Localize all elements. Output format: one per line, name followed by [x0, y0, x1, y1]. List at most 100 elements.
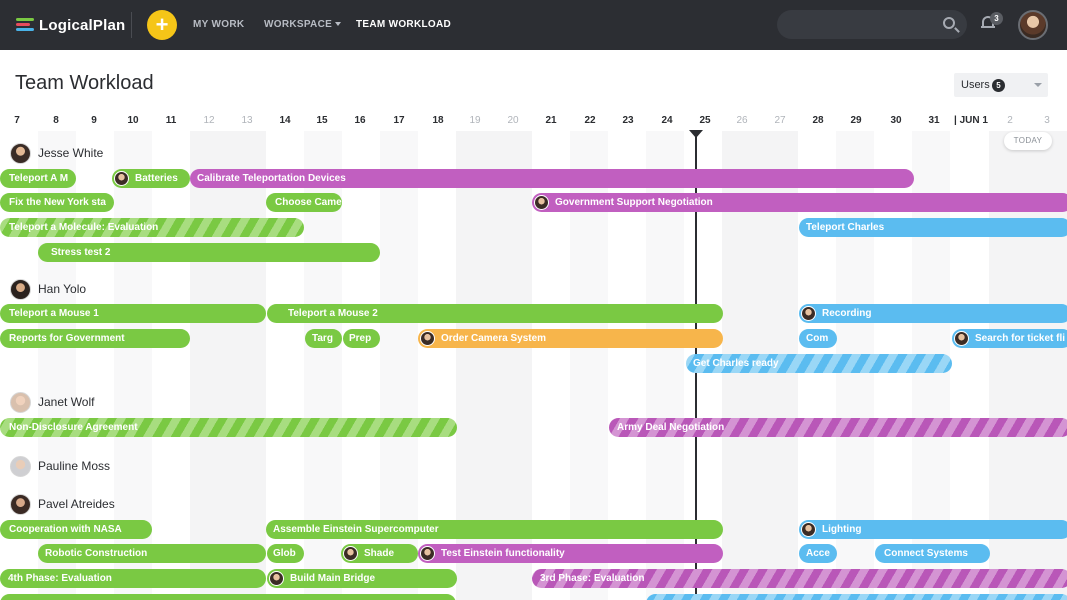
task-bar[interactable]: Com: [799, 329, 837, 348]
user-row-pavel-atreides[interactable]: Pavel Atreides: [10, 493, 115, 515]
task-bar[interactable]: Teleport a Mouse 2: [267, 304, 723, 323]
day-label: 24: [661, 115, 673, 126]
weekend-column: [190, 131, 266, 600]
task-bar[interactable]: Stress test 2: [38, 243, 380, 262]
task-bar[interactable]: Teleport a Molecule: Evaluation: [0, 218, 304, 237]
task-bar[interactable]: Test Einstein functionality: [418, 544, 723, 563]
task-bar[interactable]: Acce: [799, 544, 837, 563]
user-row-jesse-white[interactable]: Jesse White: [10, 142, 103, 164]
task-bar[interactable]: Robotic Construction: [38, 544, 266, 563]
today-marker-icon: [689, 130, 703, 138]
day-label: 9: [91, 115, 97, 126]
avatar: [343, 546, 358, 561]
notification-badge: 3: [990, 12, 1003, 25]
avatar: [801, 522, 816, 537]
day-label: | JUN 1: [954, 115, 988, 126]
user-name: Jesse White: [38, 146, 104, 160]
users-count-badge: 5: [992, 79, 1005, 92]
search-input[interactable]: [777, 10, 967, 39]
nav-team-workload[interactable]: TEAM WORKLOAD: [356, 19, 451, 30]
day-label: 15: [316, 115, 328, 126]
task-bar[interactable]: Build Main Bridge: [267, 569, 457, 588]
search-icon[interactable]: [943, 17, 955, 29]
app-logo[interactable]: LogicalPlan: [16, 15, 125, 35]
logo-text: LogicalPlan: [39, 16, 126, 34]
task-bar[interactable]: Recording: [799, 304, 1067, 323]
today-button[interactable]: TODAY: [1004, 132, 1052, 150]
day-label: 17: [393, 115, 405, 126]
user-row-pauline-moss[interactable]: Pauline Moss: [10, 455, 110, 477]
day-label: 18: [432, 115, 444, 126]
user-name: Pavel Atreides: [38, 497, 115, 511]
day-label: 26: [736, 115, 748, 126]
chevron-down-icon: [335, 22, 342, 27]
day-label: 20: [507, 115, 519, 126]
day-label: 19: [469, 115, 481, 126]
task-bar[interactable]: 3rd Phase: Evaluation: [532, 569, 1067, 588]
task-bar[interactable]: Teleport A M: [0, 169, 76, 188]
user-row-han-yolo[interactable]: Han Yolo: [10, 278, 86, 300]
task-bar[interactable]: Teleport a Mouse 1: [0, 304, 266, 323]
users-filter-dropdown[interactable]: Users 5: [954, 73, 1048, 97]
day-label: 21: [545, 115, 557, 126]
avatar: [10, 142, 31, 164]
task-bar[interactable]: [0, 594, 456, 600]
task-bar[interactable]: Assemble Einstein Supercomputer: [266, 520, 723, 539]
task-bar[interactable]: Connect Systems: [875, 544, 990, 563]
avatar: [114, 171, 129, 186]
nav-workspace[interactable]: WORKSPACE: [264, 19, 342, 30]
task-bar[interactable]: Lighting: [799, 520, 1067, 539]
task-bar[interactable]: Get Charles ready: [686, 354, 952, 373]
task-bar[interactable]: Army Deal Negotiation: [609, 418, 1067, 437]
workload-timeline: 7 8 9 10 11 12 13 14 15 16 17 18 19 20 2…: [0, 105, 1067, 600]
avatar: [10, 455, 31, 477]
task-bar[interactable]: [646, 594, 1067, 600]
task-bar[interactable]: Order Camera System: [418, 329, 723, 348]
task-bar[interactable]: Calibrate Teleportation Devices: [190, 169, 914, 188]
task-bar[interactable]: Cooperation with NASA: [0, 520, 152, 539]
task-label: Lighting: [822, 524, 862, 535]
day-label: 12: [203, 115, 215, 126]
task-bar[interactable]: Government Support Negotiation: [532, 193, 1067, 212]
task-bar[interactable]: Reports for Government: [0, 329, 190, 348]
day-label: 11: [165, 115, 177, 126]
task-label: Recording: [822, 308, 872, 319]
users-filter-label: Users: [961, 79, 990, 91]
day-label: 16: [354, 115, 366, 126]
day-label: 27: [774, 115, 786, 126]
nav-my-work[interactable]: MY WORK: [193, 19, 244, 30]
avatar: [954, 331, 969, 346]
day-label: 14: [279, 115, 291, 126]
task-bar[interactable]: Non-Disclosure Agreement: [0, 418, 457, 437]
task-bar[interactable]: Prep: [343, 329, 380, 348]
avatar: [10, 391, 31, 413]
avatar: [801, 306, 816, 321]
task-bar[interactable]: Fix the New York sta: [0, 193, 114, 212]
page-title: Team Workload: [15, 72, 154, 94]
task-bar[interactable]: Teleport Charles: [799, 218, 1067, 237]
day-label: 25: [699, 115, 711, 126]
top-navigation-bar: LogicalPlan + MY WORK WORKSPACE TEAM WOR…: [0, 0, 1067, 50]
task-bar[interactable]: 4th Phase: Evaluation: [0, 569, 266, 588]
user-name: Janet Wolf: [38, 395, 95, 409]
task-bar[interactable]: Targ: [305, 329, 342, 348]
task-label: Government Support Negotiation: [555, 197, 713, 208]
logo-mark-icon: [16, 17, 34, 33]
day-label: 2: [1007, 115, 1013, 126]
task-bar[interactable]: Batteries: [112, 169, 190, 188]
day-label: 13: [241, 115, 253, 126]
task-label: Shade: [364, 548, 395, 559]
task-bar[interactable]: Shade: [341, 544, 418, 563]
day-label: 8: [53, 115, 59, 126]
task-bar[interactable]: Glob: [267, 544, 304, 563]
user-avatar[interactable]: [1018, 10, 1048, 40]
day-label: 7: [14, 115, 20, 126]
day-label: 22: [584, 115, 596, 126]
avatar: [269, 571, 284, 586]
user-name: Pauline Moss: [38, 459, 111, 473]
nav-workspace-label: WORKSPACE: [264, 19, 333, 30]
user-row-janet-wolf[interactable]: Janet Wolf: [10, 391, 94, 413]
task-bar[interactable]: Choose Came: [266, 193, 342, 212]
task-bar[interactable]: Search for ticket fli: [952, 329, 1067, 348]
add-button[interactable]: +: [147, 10, 177, 40]
